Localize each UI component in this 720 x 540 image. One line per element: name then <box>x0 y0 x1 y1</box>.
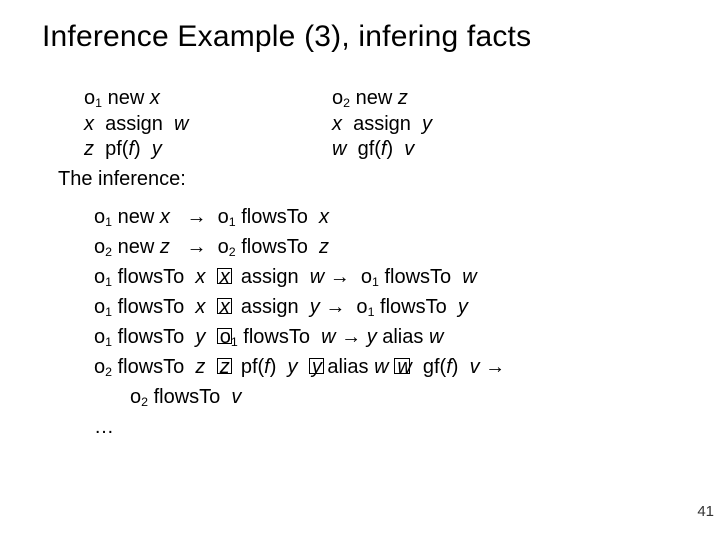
inference-line: o2 new z → o2 flowsTo z <box>94 232 505 262</box>
facts-right-col: o2 new z x assign y w gf(f) v <box>332 86 592 163</box>
box-icon <box>217 298 233 314</box>
facts-block: o1 new x x assign w z pf(f) y o2 new z x… <box>84 86 660 163</box>
inference-ellipsis: … <box>94 412 505 442</box>
fact-line: o1 new x <box>84 86 332 112</box>
inference-heading: The inference: <box>58 168 186 191</box>
fact-text: o2 new z <box>332 87 408 109</box>
inference-line: o1 flowsTo x x assign w → o1 flowsTo w <box>94 262 505 292</box>
inference-line: o1 flowsTo y o1 flowsTo w → y alias w <box>94 322 505 352</box>
fact-line: o2 new z <box>332 86 592 112</box>
inference-line: o1 flowsTo x x assign y → o1 flowsTo y <box>94 292 505 322</box>
fact-text: x assign w <box>84 113 189 135</box>
slide: Inference Example (3), infering facts o1… <box>0 0 720 540</box>
box-icon <box>217 268 233 284</box>
fact-line: w gf(f) v <box>332 137 592 163</box>
box-icon <box>309 358 325 374</box>
fact-text: z pf(f) y <box>84 138 162 160</box>
fact-text: o1 new x <box>84 87 160 109</box>
fact-line: x assign y <box>332 112 592 138</box>
fact-text: w gf(f) v <box>332 138 414 160</box>
box-icon <box>394 358 410 374</box>
inference-line: o2 flowsTo z z pf(f) y y alias w w gf(f)… <box>94 352 505 382</box>
inference-block: o1 new x → o1 flowsTo x o2 new z → o2 fl… <box>94 202 505 442</box>
page-number: 41 <box>697 503 714 520</box>
inference-line: o1 new x → o1 flowsTo x <box>94 202 505 232</box>
facts-left-col: o1 new x x assign w z pf(f) y <box>84 86 332 163</box>
slide-title: Inference Example (3), infering facts <box>42 20 531 54</box>
fact-line: x assign w <box>84 112 332 138</box>
box-icon <box>217 328 233 344</box>
fact-text: x assign y <box>332 113 432 135</box>
fact-line: z pf(f) y <box>84 137 332 163</box>
box-icon <box>217 358 233 374</box>
inference-line-continuation: o2 flowsTo v <box>130 382 505 412</box>
